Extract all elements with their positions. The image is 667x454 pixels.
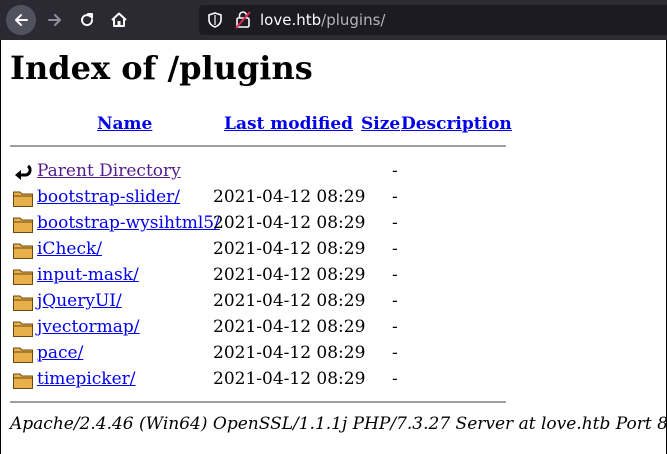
url-host: love.htb [260,11,322,29]
size-cell: - [392,291,398,311]
header-divider [10,145,506,147]
back-icon [15,14,28,26]
size-cell: - [392,265,398,285]
back-button[interactable] [6,5,36,35]
directory-link[interactable]: iCheck/ [37,238,102,260]
size-cell: - [392,239,398,259]
table-row: bootstrap-slider/ 2021-04-12 08:29 - [0,184,667,210]
size-cell: - [392,317,398,337]
browser-toolbar: love.htb/plugins/ [0,0,667,40]
column-header-description[interactable]: Description [401,113,512,135]
folder-icon [13,217,33,233]
column-header-last-modified[interactable]: Last modified [224,113,353,135]
last-modified-cell: 2021-04-12 08:29 [213,239,366,259]
last-modified-cell: 2021-04-12 08:29 [213,317,366,337]
table-row: input-mask/ 2021-04-12 08:29 - [0,262,667,288]
directory-link[interactable]: pace/ [37,342,83,364]
size-cell: - [392,161,398,181]
shield-icon[interactable] [208,12,222,28]
last-modified-cell: 2021-04-12 08:29 [213,369,366,389]
reload-button[interactable] [72,5,102,35]
folder-icon [13,295,33,311]
size-cell: - [392,369,398,389]
directory-link[interactable]: bootstrap-wysihtml5/ [37,212,220,234]
insecure-lock-icon[interactable] [235,11,251,29]
address-bar[interactable]: love.htb/plugins/ [199,5,667,35]
home-icon [111,12,127,27]
table-row: bootstrap-wysihtml5/ 2021-04-12 08:29 - [0,210,667,236]
table-row: pace/ 2021-04-12 08:29 - [0,340,667,366]
url-text[interactable]: love.htb/plugins/ [260,11,385,29]
folder-icon [13,269,33,285]
folder-icon [13,321,33,337]
folder-icon [13,373,33,389]
last-modified-cell: 2021-04-12 08:29 [213,187,366,207]
home-button[interactable] [104,5,134,35]
table-row: iCheck/ 2021-04-12 08:29 - [0,236,667,262]
directory-link[interactable]: bootstrap-slider/ [37,186,180,208]
column-header-name[interactable]: Name [97,113,152,135]
url-path: /plugins/ [321,11,386,29]
last-modified-cell: 2021-04-12 08:29 [213,291,366,311]
size-cell: - [392,213,398,233]
directory-link[interactable]: jvectormap/ [37,316,140,338]
size-cell: - [392,187,398,207]
size-cell: - [392,343,398,363]
forward-icon [48,14,61,26]
server-signature: Apache/2.4.46 (Win64) OpenSSL/1.1.1j PHP… [10,414,667,434]
last-modified-cell: 2021-04-12 08:29 [213,265,366,285]
table-row-parent: Parent Directory - [0,158,667,184]
folder-icon [13,243,33,259]
parent-directory-link[interactable]: Parent Directory [37,160,181,182]
folder-icon [13,347,33,363]
page-title: Index of /plugins [10,49,313,87]
last-modified-cell: 2021-04-12 08:29 [213,343,366,363]
folder-icon [13,191,33,207]
forward-button[interactable] [40,5,70,35]
back-arrow-icon [15,164,32,180]
column-header-size[interactable]: Size [361,113,400,135]
reload-icon [81,13,94,27]
directory-link[interactable]: jQueryUI/ [37,290,122,312]
table-row: jQueryUI/ 2021-04-12 08:29 - [0,288,667,314]
last-modified-cell: 2021-04-12 08:29 [213,213,366,233]
directory-link[interactable]: input-mask/ [37,264,139,286]
table-row: timepicker/ 2021-04-12 08:29 - [0,366,667,392]
directory-link[interactable]: timepicker/ [37,368,136,390]
footer-divider [10,401,506,403]
table-row: jvectormap/ 2021-04-12 08:29 - [0,314,667,340]
